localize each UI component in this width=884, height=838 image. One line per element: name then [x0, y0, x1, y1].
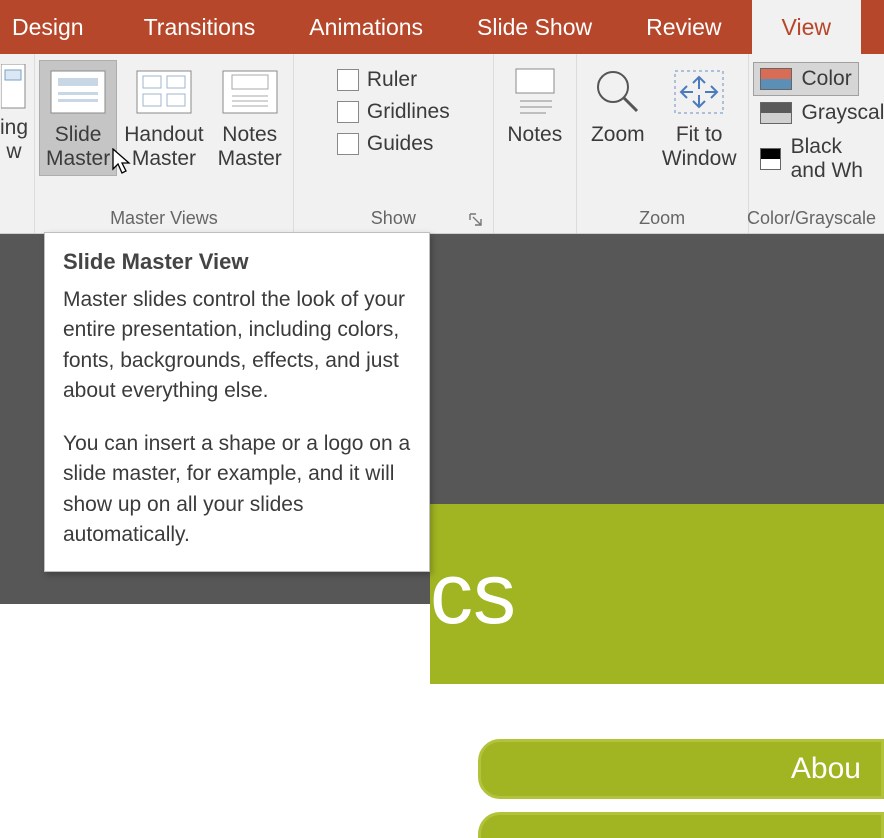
- slide-master-icon: [50, 70, 106, 114]
- label-line: Notes: [222, 123, 277, 147]
- tooltip-paragraph: Master slides control the look of your e…: [63, 285, 411, 407]
- guides-checkbox[interactable]: Guides: [331, 128, 440, 160]
- group-label: Zoom: [581, 203, 744, 233]
- checkbox-icon: [337, 69, 359, 91]
- group-label: Show: [298, 203, 489, 233]
- slide-master-tooltip: Slide Master View Master slides control …: [44, 232, 430, 572]
- group-label: Master Views: [39, 203, 289, 233]
- tab-label: Design: [12, 14, 84, 41]
- slide-button-partial[interactable]: [478, 812, 884, 838]
- checkbox-label: Guides: [367, 132, 434, 156]
- fit-window-icon: [673, 69, 725, 115]
- option-label: Color: [802, 67, 852, 91]
- handout-master-icon: [136, 70, 192, 114]
- tab-review[interactable]: Review: [626, 0, 751, 54]
- tab-label: Review: [646, 14, 721, 41]
- slide-title-fragment: cs: [430, 504, 884, 684]
- dialog-launcher-icon[interactable]: [469, 213, 483, 227]
- group-label: Color/Grayscale: [753, 203, 880, 233]
- option-label: Black and Wh: [791, 135, 873, 183]
- group-label-text: Show: [371, 208, 416, 229]
- notes-button[interactable]: Notes: [498, 60, 572, 176]
- label-line: Notes: [507, 123, 562, 147]
- tab-slide-show[interactable]: Slide Show: [457, 0, 626, 54]
- label-line: Master: [132, 147, 196, 171]
- group-master-views: Slide Master Handout Master: [35, 54, 294, 233]
- tab-view[interactable]: View: [752, 0, 861, 54]
- tab-transitions[interactable]: Transitions: [124, 0, 290, 54]
- ruler-checkbox[interactable]: Ruler: [331, 64, 423, 96]
- group-show: Ruler Gridlines Guides Show: [294, 54, 494, 233]
- grayscale-swatch-icon: [760, 102, 792, 124]
- checkbox-label: Gridlines: [367, 100, 450, 124]
- tab-label: Slide Show: [477, 14, 592, 41]
- checkbox-label: Ruler: [367, 68, 417, 92]
- grayscale-option[interactable]: Grayscale: [753, 96, 884, 130]
- group-zoom: Zoom Fit to Window Zoom: [577, 54, 749, 233]
- bw-swatch-icon: [760, 148, 781, 170]
- slide-master-button[interactable]: Slide Master: [39, 60, 117, 176]
- page-icon: [1, 64, 27, 110]
- tab-label: Animations: [309, 14, 423, 41]
- title-text: cs: [430, 545, 516, 644]
- label-line: ing: [0, 116, 28, 140]
- color-option[interactable]: Color: [753, 62, 859, 96]
- label-line: Master: [46, 147, 110, 171]
- tooltip-title: Slide Master View: [63, 249, 411, 275]
- fit-to-window-button[interactable]: Fit to Window: [655, 60, 744, 176]
- button-label: Abou: [791, 752, 861, 786]
- checkbox-icon: [337, 133, 359, 155]
- outline-view-button-partial[interactable]: ing w: [0, 60, 30, 168]
- group-notes: Notes: [494, 54, 577, 233]
- label-line: Slide: [55, 123, 102, 147]
- tab-label: View: [782, 14, 831, 41]
- tab-label: Transitions: [144, 14, 256, 41]
- slide-button-about[interactable]: Abou: [478, 739, 884, 799]
- label-line: Handout: [124, 123, 203, 147]
- handout-master-button[interactable]: Handout Master: [117, 60, 210, 176]
- magnifier-icon: [593, 67, 643, 117]
- label-line: Window: [662, 147, 737, 171]
- label-line: Fit to: [676, 123, 723, 147]
- option-label: Grayscale: [802, 101, 884, 125]
- ribbon-tabs: Design Transitions Animations Slide Show…: [0, 0, 884, 54]
- tab-design[interactable]: Design: [0, 0, 124, 54]
- notes-master-icon: [222, 70, 278, 114]
- group-color-grayscale: Color Grayscale Black and Wh Color/Grays…: [749, 54, 884, 233]
- ribbon: ing w Slide Master: [0, 54, 884, 234]
- black-and-white-option[interactable]: Black and Wh: [753, 130, 880, 188]
- gridlines-checkbox[interactable]: Gridlines: [331, 96, 456, 128]
- notes-master-button[interactable]: Notes Master: [211, 60, 289, 176]
- tab-animations[interactable]: Animations: [289, 0, 457, 54]
- color-swatch-icon: [760, 68, 792, 90]
- label-line: Master: [218, 147, 282, 171]
- checkbox-icon: [337, 101, 359, 123]
- tooltip-paragraph: You can insert a shape or a logo on a sl…: [63, 429, 411, 551]
- notes-icon: [512, 67, 558, 117]
- label-line: Zoom: [591, 123, 645, 147]
- label-line: w: [6, 140, 21, 164]
- zoom-button[interactable]: Zoom: [581, 60, 655, 176]
